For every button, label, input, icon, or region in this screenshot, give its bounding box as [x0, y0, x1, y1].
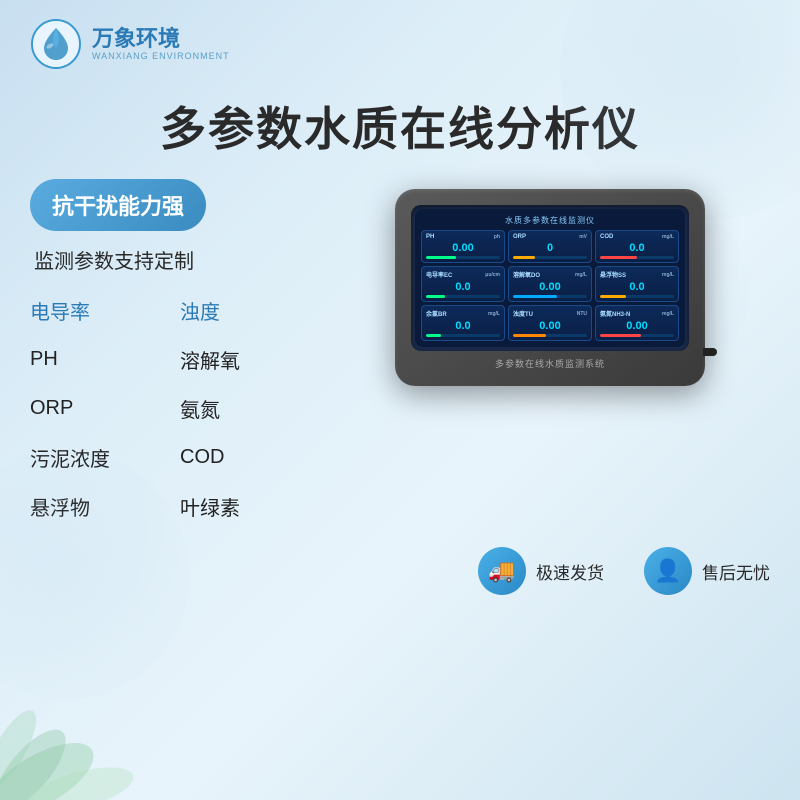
feature-item-7: COD	[180, 437, 310, 478]
feature-badge: 抗干扰能力强	[30, 179, 206, 231]
logo-container: 万象环境 WANXIANG ENVIRONMENT	[30, 18, 230, 70]
cell-bar-1	[513, 256, 587, 259]
screen-title: 水质多参数在线监测仪	[421, 215, 679, 226]
bottom-label-0: 极速发货	[536, 559, 604, 584]
feature-item-2: PH	[30, 339, 160, 380]
cell-bar-2	[600, 256, 674, 259]
cell-value-6: 0.0	[426, 320, 500, 332]
feature-item-4: ORP	[30, 388, 160, 429]
brand-logo-icon	[30, 18, 82, 70]
brand-name-cn: 万象环境	[92, 27, 230, 51]
cell-bar-6	[426, 334, 500, 337]
cell-label-2: COD mg/L	[600, 234, 674, 240]
feature-item-5: 氨氮	[180, 388, 310, 429]
brand-name-en: WANXIANG ENVIRONMENT	[92, 51, 230, 61]
right-panel: 水质多参数在线监测仪 PH ph 0.00 ORP mV 0 COD mg/L …	[330, 179, 770, 386]
feature-item-9: 叶绿素	[180, 486, 310, 527]
cell-value-7: 0.00	[513, 320, 587, 332]
cell-label-8: 氨氮NH3-N mg/L	[600, 309, 674, 318]
bottom-feature-1: 👤 售后无忧	[644, 547, 770, 595]
device-screen-border: 水质多参数在线监测仪 PH ph 0.00 ORP mV 0 COD mg/L …	[411, 205, 689, 351]
cell-bar-3	[426, 295, 500, 298]
logo-text: 万象环境 WANXIANG ENVIRONMENT	[92, 27, 230, 61]
screen-cell-4: 溶解氧DO mg/L 0.00	[508, 266, 592, 302]
cell-label-5: 悬浮物SS mg/L	[600, 270, 674, 279]
screen-cell-3: 电导率EC μu/cm 0.0	[421, 266, 505, 302]
cell-value-2: 0.0	[600, 242, 674, 254]
device-screen: 水质多参数在线监测仪 PH ph 0.00 ORP mV 0 COD mg/L …	[415, 209, 685, 347]
cell-bar-5	[600, 295, 674, 298]
cell-label-7: 浊度TU NTU	[513, 309, 587, 318]
screen-cell-1: ORP mV 0	[508, 230, 592, 263]
bottom-icon-1: 👤	[644, 547, 692, 595]
cell-bar-8	[600, 334, 674, 337]
bottom-icon-0: 🚚	[478, 547, 526, 595]
screen-cell-0: PH ph 0.00	[421, 230, 505, 263]
feature-item-0: 电导率	[30, 290, 160, 331]
cell-value-5: 0.0	[600, 281, 674, 293]
screen-cell-5: 悬浮物SS mg/L 0.0	[595, 266, 679, 302]
device-label: 多参数在线水质监测系统	[411, 357, 689, 370]
feature-item-1: 浊度	[180, 290, 310, 331]
cell-label-6: 余氯BR mg/L	[426, 309, 500, 318]
screen-grid: PH ph 0.00 ORP mV 0 COD mg/L 0.0 电导率EC μ…	[421, 230, 679, 341]
cell-label-1: ORP mV	[513, 234, 587, 240]
screen-cell-8: 氨氮NH3-N mg/L 0.00	[595, 305, 679, 341]
cell-bar-0	[426, 256, 500, 259]
cell-bar-7	[513, 334, 587, 337]
screen-cell-7: 浊度TU NTU 0.00	[508, 305, 592, 341]
cell-value-3: 0.0	[426, 281, 500, 293]
device-cable	[703, 348, 717, 356]
screen-cell-2: COD mg/L 0.0	[595, 230, 679, 263]
device-unit: 水质多参数在线监测仪 PH ph 0.00 ORP mV 0 COD mg/L …	[395, 189, 705, 386]
bottom-label-1: 售后无忧	[702, 559, 770, 584]
deco-leaves	[0, 620, 180, 800]
cell-bar-4	[513, 295, 587, 298]
cell-label-4: 溶解氧DO mg/L	[513, 270, 587, 279]
screen-cell-6: 余氯BR mg/L 0.0	[421, 305, 505, 341]
cell-value-0: 0.00	[426, 242, 500, 254]
cell-value-8: 0.00	[600, 320, 674, 332]
feature-item-3: 溶解氧	[180, 339, 310, 380]
cell-value-4: 0.00	[513, 281, 587, 293]
cell-value-1: 0	[513, 242, 587, 254]
cell-label-3: 电导率EC μu/cm	[426, 270, 500, 279]
custom-support-text: 监测参数支持定制	[30, 245, 310, 274]
bottom-feature-0: 🚚 极速发货	[478, 547, 604, 595]
cell-label-0: PH ph	[426, 234, 500, 240]
